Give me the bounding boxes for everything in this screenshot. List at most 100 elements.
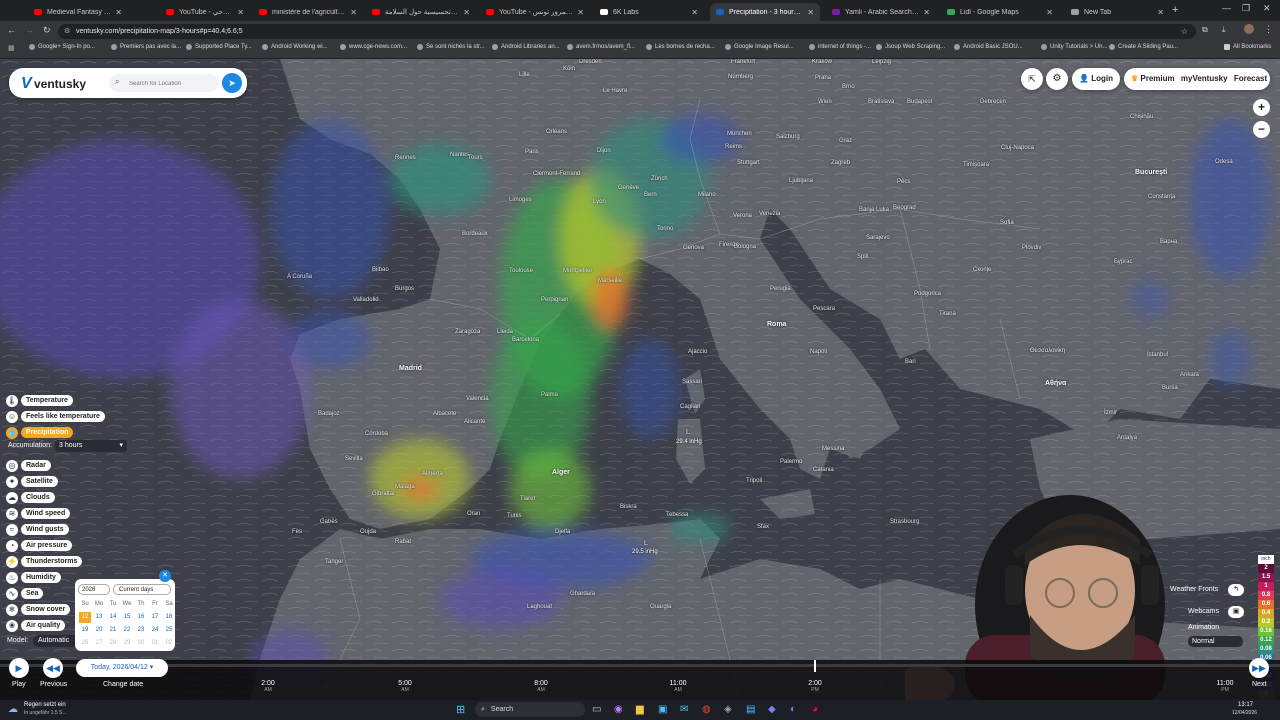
map-city-label[interactable]: Ankara [1180,372,1199,378]
premium-link[interactable]: Premium [1140,74,1174,83]
map-city-label[interactable]: Genève [618,185,639,191]
zoom-out-button[interactable]: − [1253,121,1270,138]
zoom-in-button[interactable]: + [1253,99,1270,116]
map-city-label[interactable]: Zürich [651,176,668,182]
timeline-tick[interactable]: 11:00 PM [1210,680,1240,693]
tab-close-icon[interactable]: ✕ [1157,8,1164,17]
chrome-icon[interactable]: ◍ [702,704,711,715]
calendar-day[interactable]: 12 [79,612,91,623]
map-city-label[interactable]: Sassari [682,379,702,385]
bookmark-item[interactable]: internet of things -... [809,44,871,50]
browser-tab[interactable]: 6K Labs ✕ [594,3,704,21]
tab-close-icon[interactable]: ✕ [463,8,470,17]
map-city-label[interactable]: Perpignan [541,297,568,303]
calendar-day[interactable]: 22 [121,625,133,636]
map-city-label[interactable]: Perugia [770,286,791,292]
map-city-label[interactable]: Praha [815,75,831,81]
map-city-label[interactable]: Albacete [433,411,456,417]
app-icon[interactable]: ◕ [812,704,818,715]
map-city-label[interactable]: Badajoz [318,411,340,417]
bookmark-item[interactable]: Create A Sliding Pau... [1109,44,1178,50]
map-city-label[interactable]: Chișinău [1130,114,1153,120]
map-city-label[interactable]: Clermont-Ferrand [533,171,580,177]
timeline-current-marker[interactable] [814,660,816,672]
calendar-day[interactable]: 25 [163,625,175,636]
tab-close-icon[interactable]: ✕ [1046,8,1053,17]
mail-icon[interactable]: ✉ [680,704,688,715]
map-city-label[interactable]: Bordeaux [462,231,488,237]
maximize-icon[interactable]: ❐ [1242,3,1250,14]
site-info-icon[interactable]: ⚙ [64,24,70,39]
map-city-label[interactable]: Split [857,254,869,260]
map-city-label[interactable]: Nürnberg [728,74,753,80]
bookmark-item[interactable]: Android Basic JSOU... [954,44,1023,50]
map-city-label[interactable]: Napoli [810,349,827,355]
map-city-label[interactable]: Kraków [812,59,832,65]
map-city-label[interactable]: Messina [822,446,844,452]
map-city-label[interactable]: Madrid [399,365,422,372]
map-city-label[interactable]: Valencia [466,396,489,402]
menu-kebab-icon[interactable]: ⋮ [1264,24,1273,35]
layer-clouds[interactable]: ☁ Clouds [6,491,55,504]
map-city-label[interactable]: Bari [905,359,916,365]
map-city-label[interactable]: Tours [468,155,483,161]
map-city-label[interactable]: Biskra [620,504,637,510]
map-city-label[interactable]: Wien [818,99,832,105]
all-bookmarks-button[interactable]: All Bookmarks [1224,44,1271,50]
calendar-close-icon[interactable]: ✕ [159,570,171,582]
browser-tab[interactable]: YouTube - قواعد المرور تونس ✕ [480,3,590,21]
map-city-label[interactable]: Lille [519,72,530,78]
map-city-label[interactable]: İzmir [1104,410,1117,416]
browser-tab[interactable]: Medieval Fantasy Tavern✕ [28,3,128,21]
minimize-icon[interactable]: — [1222,3,1231,13]
tab-close-icon[interactable]: ✕ [807,8,814,17]
login-button[interactable]: 👤 Login [1072,68,1120,90]
map-city-label[interactable]: Odesa [1215,159,1233,165]
map-city-label[interactable]: Palma [541,392,558,398]
map-city-label[interactable]: Paris [525,149,539,155]
steam-icon[interactable]: ◈ [724,704,732,715]
map-city-label[interactable]: Marseille [598,278,622,284]
map-city-label[interactable]: Lyon [593,199,606,205]
apps-grid-icon[interactable]: ▦ [8,44,15,52]
bookmark-item[interactable]: Unity Tutorials > Un... [1041,44,1108,50]
weather-widget-icon[interactable]: ☁ [8,704,18,715]
tab-close-icon[interactable]: ✕ [577,8,584,17]
calendar-day[interactable]: 02 [163,638,175,649]
layer-wind-gusts[interactable]: ≈ Wind gusts [6,523,69,536]
windows-start-icon[interactable]: ⊞ [456,703,465,716]
map-city-label[interactable]: Ajaccio [688,349,707,355]
map-city-label[interactable]: Debrecen [980,99,1006,105]
map-city-label[interactable]: Ouargla [650,604,671,610]
map-city-label[interactable]: Genova [683,245,704,251]
map-city-label[interactable]: Córdoba [365,431,388,437]
bookmark-item[interactable]: Android Working wi... [262,44,328,50]
map-city-label[interactable]: Gibraltar [372,491,395,497]
layer-satellite[interactable]: ✦ Satellite [6,475,58,488]
map-city-label[interactable]: Laghouat [527,604,552,610]
bookmark-item[interactable]: www.cge-news.com... [340,44,407,50]
map-city-label[interactable]: Ghardaïa [570,591,595,597]
map-city-label[interactable]: Варна [1160,239,1177,245]
task-view-icon[interactable]: ▭ [592,704,601,715]
model-select[interactable]: Automatic [33,635,79,647]
map-city-label[interactable]: Beograd [893,205,916,211]
teams-icon[interactable]: ◆ [768,704,776,715]
map-city-label[interactable]: Alger [552,469,570,476]
calendar-day[interactable]: 23 [135,625,147,636]
layer-feels-like-temperature[interactable]: ☺ Feels like temperature [6,410,105,423]
calendar-day[interactable]: 24 [149,625,161,636]
map-city-label[interactable]: Dresden [579,59,602,65]
map-city-label[interactable]: Valladolid [353,297,379,303]
previous-button[interactable]: ◀◀ [43,658,63,678]
bookmark-item[interactable]: Android Libraries an... [492,44,560,50]
forward-icon[interactable]: → [25,25,34,35]
timeline-tick[interactable]: 2:00 AM [253,680,283,693]
calendar-day[interactable]: 18 [163,612,175,623]
browser-tab[interactable]: ومضة تحسيسية حول السلامة ✕ [366,3,476,21]
calendar-day[interactable]: 20 [93,625,105,636]
map-city-label[interactable]: Cluj-Napoca [1001,145,1034,151]
map-city-label[interactable]: Roma [767,321,786,328]
map-city-label[interactable]: Toulouse [509,268,533,274]
map-city-label[interactable]: Sofia [1000,220,1014,226]
